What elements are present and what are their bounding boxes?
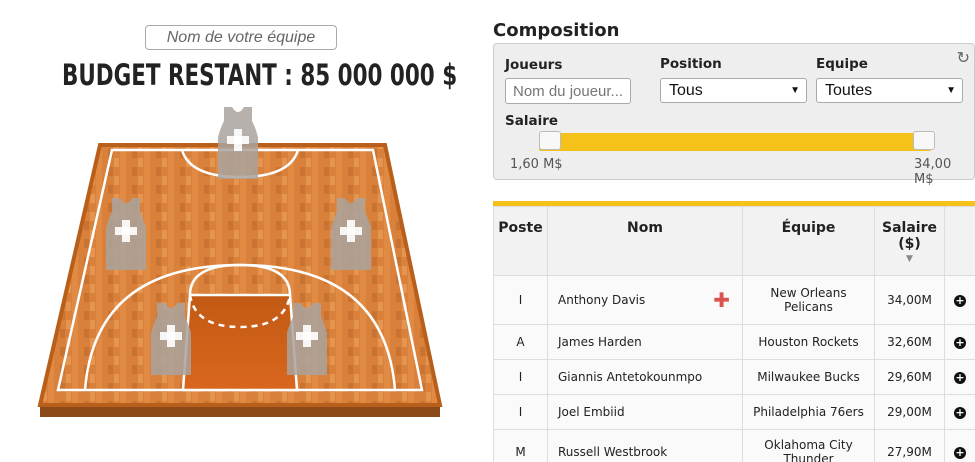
cell-nom: Joel Embiid — [547, 394, 743, 430]
plus-circle-icon[interactable]: + — [954, 337, 966, 349]
salary-slider-max-handle[interactable] — [913, 131, 935, 150]
cell-equipe: Philadelphia 76ers — [742, 394, 875, 430]
cell-equipe: Houston Rockets — [742, 324, 875, 360]
team-select[interactable]: Toutes ▼ — [816, 78, 963, 103]
cell-salaire: 34,00M — [874, 275, 945, 325]
cell-add: + — [944, 324, 975, 360]
cell-salaire: 29,00M — [874, 394, 945, 430]
jersey-slot-left-post[interactable] — [151, 303, 191, 375]
cell-poste: I — [493, 359, 548, 395]
budget-remaining: BUDGET RESTANT : 85 000 000 $ — [62, 58, 458, 92]
cell-nom: Russell Westbrook — [547, 429, 743, 462]
jersey-slot-center-top[interactable] — [218, 107, 258, 179]
header-actions — [944, 206, 975, 276]
cell-add: + — [944, 275, 975, 325]
cell-salaire: 32,60M — [874, 324, 945, 360]
cell-salaire: 29,60M — [874, 359, 945, 395]
cell-nom: Giannis Antetokounmpo — [547, 359, 743, 395]
refresh-icon[interactable]: ↻ — [957, 48, 970, 67]
header-nom[interactable]: Nom — [547, 206, 743, 276]
table-row[interactable]: I Anthony Davis ✚ New Orleans Pelicans 34… — [493, 275, 975, 325]
composition-title: Composition — [493, 20, 620, 41]
plus-circle-icon[interactable]: + — [954, 372, 966, 384]
cell-poste: I — [493, 394, 548, 430]
players-label: Joueurs — [505, 57, 563, 73]
player-name: Anthony Davis — [558, 293, 646, 307]
basketball-court — [37, 107, 443, 417]
cell-equipe: Milwaukee Bucks — [742, 359, 875, 395]
cell-poste: I — [493, 275, 548, 325]
cell-equipe: Oklahoma City Thunder — [742, 429, 875, 462]
sort-desc-icon: ▼ — [906, 254, 913, 264]
salary-max-value: 34,00 M$ — [914, 157, 952, 187]
position-select-value: Tous — [669, 82, 703, 99]
team-line-2: Pelicans — [784, 300, 833, 314]
cell-poste: M — [493, 429, 548, 462]
header-salaire[interactable]: Salaire ($) ▼ — [874, 206, 945, 276]
team-line-1: New Orleans — [770, 286, 847, 300]
team-line-2: Thunder — [783, 452, 834, 462]
salary-label: Salaire — [505, 113, 559, 129]
cell-add: + — [944, 359, 975, 395]
salary-slider-min-handle[interactable] — [539, 131, 561, 150]
jersey-slot-left-wing[interactable] — [106, 198, 146, 270]
players-table: Poste Nom Équipe Salaire ($) ▼ I Anthony… — [493, 201, 975, 462]
jersey-slot-right-post[interactable] — [287, 303, 327, 375]
plus-circle-icon[interactable]: + — [954, 295, 966, 307]
cell-nom: Anthony Davis ✚ — [547, 275, 743, 325]
header-salaire-unit: ($) — [898, 236, 921, 252]
filter-panel: ↻ Joueurs Position Tous ▼ Equipe Toutes … — [493, 43, 975, 187]
cell-poste: A — [493, 324, 548, 360]
salary-slider-range — [539, 133, 931, 151]
team-label: Equipe — [816, 56, 868, 72]
header-salaire-label: Salaire — [882, 220, 937, 236]
position-select[interactable]: Tous ▼ — [660, 78, 807, 103]
table-row[interactable]: I Giannis Antetokounmpo Milwaukee Bucks … — [493, 359, 975, 395]
team-name-input[interactable] — [145, 25, 337, 50]
salary-min-value: 1,60 M$ — [510, 157, 563, 172]
jersey-slot-right-wing[interactable] — [331, 198, 371, 270]
team-select-value: Toutes — [825, 82, 873, 99]
chevron-down-icon: ▼ — [946, 85, 956, 96]
cell-add: + — [944, 394, 975, 430]
chevron-down-icon: ▼ — [790, 85, 800, 96]
plus-circle-icon[interactable]: + — [954, 407, 966, 419]
header-poste[interactable]: Poste — [493, 206, 548, 276]
table-row[interactable]: I Joel Embiid Philadelphia 76ers 29,00M … — [493, 394, 975, 430]
player-search-input[interactable] — [505, 78, 631, 104]
team-line-1: Oklahoma City — [764, 438, 853, 452]
header-equipe[interactable]: Équipe — [742, 206, 875, 276]
cell-add: + — [944, 429, 975, 462]
plus-circle-icon[interactable]: + — [954, 447, 966, 459]
cell-salaire: 27,90M — [874, 429, 945, 462]
injury-cross-icon: ✚ — [713, 288, 730, 312]
table-row[interactable]: M Russell Westbrook Oklahoma City Thunder… — [493, 429, 975, 462]
cell-equipe: New Orleans Pelicans — [742, 275, 875, 325]
court-paint — [181, 293, 299, 392]
cell-nom: James Harden — [547, 324, 743, 360]
table-row[interactable]: A James Harden Houston Rockets 32,60M + — [493, 324, 975, 360]
position-label: Position — [660, 56, 722, 72]
